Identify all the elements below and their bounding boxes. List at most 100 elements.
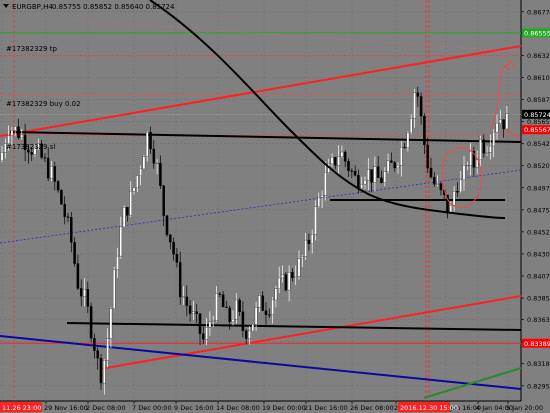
candle-body (99, 358, 103, 384)
candle-body (284, 274, 288, 291)
candle-body (277, 277, 281, 289)
candle-body (235, 299, 238, 320)
candle-body (73, 242, 76, 264)
candle-body (452, 191, 456, 206)
price-tick-label: 0.84075 (527, 272, 550, 280)
candle-body (215, 293, 218, 321)
candle-body (225, 306, 228, 308)
candle-body (301, 256, 304, 259)
candle-body (241, 311, 245, 331)
candle-body (106, 338, 109, 361)
candle-body (334, 157, 337, 166)
candle-body (337, 156, 340, 166)
candle-body (423, 115, 426, 146)
candle-body (400, 146, 403, 166)
candle-body (119, 226, 123, 257)
candle-body (248, 330, 251, 339)
candle-body (281, 274, 284, 279)
ohlc-label: 0.85755 0.85852 0.85640 0.85724 (52, 3, 175, 11)
candle-body (258, 295, 261, 308)
start-time-tag: 11.26 23:00 (2, 404, 41, 412)
candle-body (142, 156, 146, 170)
candle-body (13, 126, 17, 131)
time-tick-label: 9 Dec 16:00 (174, 404, 214, 412)
candle-body (505, 113, 509, 130)
candle-body (307, 239, 311, 244)
candle-body (116, 255, 119, 270)
candle-body (264, 310, 268, 315)
sl-order-label[interactable]: #17382329 sl (6, 143, 55, 151)
candle-body (492, 131, 495, 147)
candle-body (175, 254, 179, 263)
candle-body (30, 152, 33, 155)
buy-order-label[interactable]: #17382329 buy 0.02 (6, 100, 81, 108)
candle-body (53, 166, 57, 182)
candle-body (66, 216, 70, 218)
time-tick-label: 21 Dec 16:00 (304, 404, 348, 412)
candle-body (136, 175, 139, 189)
plot-area[interactable] (0, 0, 521, 413)
price-tick-label: 0.86770 (527, 8, 550, 16)
candle-body (373, 166, 377, 183)
candle-body (103, 360, 106, 384)
candle-body (159, 162, 162, 186)
candle-body (202, 333, 205, 340)
candle-body (314, 206, 317, 235)
candle-body (261, 295, 264, 311)
candle-body (409, 118, 413, 134)
candle-body (419, 96, 423, 117)
price-tick-label: 0.85650 (527, 118, 550, 126)
candle-body (155, 162, 159, 165)
candle-body (383, 171, 387, 183)
price-tick-label: 0.86325 (527, 52, 550, 60)
price-tick-label: 0.84525 (527, 228, 550, 236)
current-price-tag: 0.85724 (524, 111, 550, 119)
candle-body (347, 161, 350, 171)
candle-body (86, 289, 90, 307)
candle-body (479, 139, 482, 160)
candle-body (145, 131, 149, 157)
price-tick-label: 0.85875 (527, 96, 550, 104)
candle-body (89, 306, 93, 339)
candle-body (291, 272, 294, 279)
cursor-time-tag: 2016.12.30 15:00 (400, 404, 458, 412)
candle-body (380, 177, 383, 183)
tp-order-label[interactable]: #17382329 tp (6, 45, 57, 53)
candle-body (152, 148, 156, 164)
candle-body (482, 139, 486, 154)
candle-body (56, 181, 60, 191)
candle-body (251, 324, 255, 332)
time-tick-label: 19 Dec 00:00 (262, 404, 306, 412)
time-tick-label: 26 Dec 08:00 (350, 404, 394, 412)
price-chart[interactable]: 0.86770 0.86555 0.86325 0.86100 0.85875 0.856… (0, 0, 550, 413)
time-tick-label: 29 Nov 16:00 (44, 404, 88, 412)
candle-body (413, 92, 416, 119)
candle-body (208, 321, 212, 328)
candle-body (274, 288, 278, 301)
candle-body (495, 122, 499, 133)
price-tick-label: 0.85200 (527, 162, 550, 170)
candle-body (93, 338, 96, 351)
candle-body (485, 152, 489, 154)
candle-body (60, 189, 63, 205)
candle-body (353, 171, 357, 176)
candle-body (297, 258, 301, 277)
candle-body (426, 144, 429, 169)
candle-body (386, 160, 390, 172)
candle-body (182, 296, 185, 298)
price-tick-label: 0.84750 (527, 206, 550, 214)
candle-body (238, 299, 241, 312)
candle-body (211, 320, 215, 322)
candle-body (178, 262, 182, 298)
candle-body (310, 234, 314, 244)
candle-body (162, 185, 165, 216)
candle-body (10, 130, 14, 137)
candle-body (231, 318, 235, 322)
candle-body (317, 196, 321, 207)
candle-body (416, 92, 420, 97)
candle-body (112, 269, 116, 309)
candle-body (46, 157, 50, 179)
candle-body (50, 166, 53, 179)
candle-body (17, 126, 20, 138)
candle-body (287, 272, 291, 291)
